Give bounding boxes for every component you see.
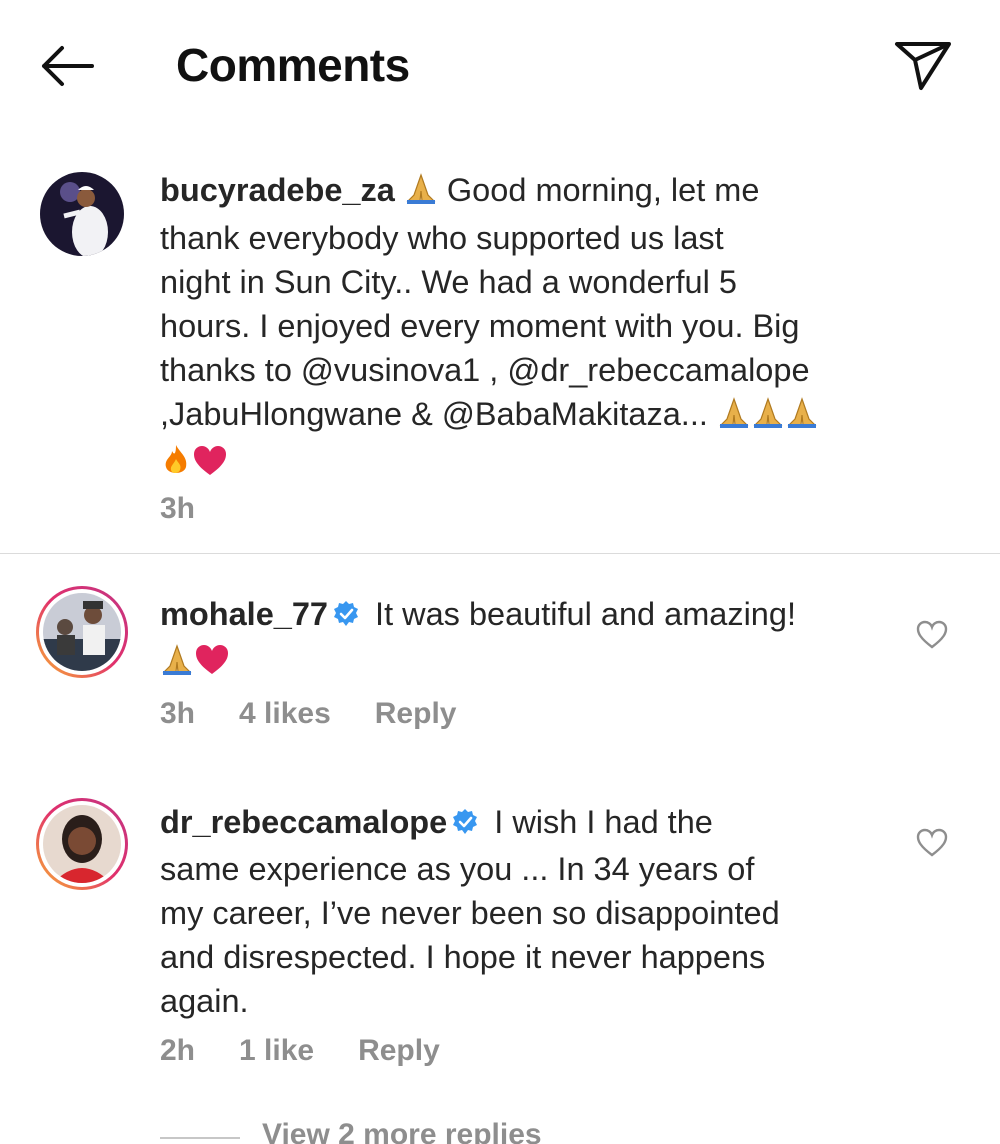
comment-meta: 3h 4 likes Reply bbox=[160, 697, 500, 731]
comment-text: mohale_77 It was beautiful and amazing! bbox=[160, 592, 796, 687]
comment-line-4: and disrespected. I hope it never happen… bbox=[160, 939, 766, 975]
caption-line-6: ,JabuHlongwane & @BabaMakitaza... bbox=[160, 392, 819, 440]
caption-line-6-text: ,JabuHlongwane & @BabaMakitaza... bbox=[160, 396, 708, 432]
timestamp: 2h bbox=[160, 1034, 196, 1067]
caption-line-5: thanks to @vusinova1 , @dr_rebeccamalope bbox=[160, 352, 810, 388]
caption-line-2: thank everybody who supported us last bbox=[160, 220, 724, 256]
verified-badge-icon bbox=[332, 595, 360, 639]
verified-badge-icon bbox=[451, 803, 479, 847]
caption-line-3: night in Sun City.. We had a wonderful 5 bbox=[160, 264, 737, 300]
avatar[interactable] bbox=[36, 798, 128, 890]
arrow-left-icon bbox=[42, 46, 94, 86]
reply-button[interactable]: Reply bbox=[358, 1034, 440, 1067]
comment-line-3: my career, I’ve never been so disappoint… bbox=[160, 895, 780, 931]
comment-line-2: same experience as you ... In 34 years o… bbox=[160, 851, 755, 887]
replies-divider bbox=[160, 1137, 240, 1139]
comment-line-2 bbox=[160, 639, 796, 687]
folded-hands-emoji bbox=[785, 396, 819, 440]
caption-line-1: bucyradebe_za Good morning, let me bbox=[160, 168, 819, 216]
back-button[interactable] bbox=[36, 42, 100, 90]
view-more-replies-button[interactable]: View 2 more replies bbox=[262, 1118, 542, 1144]
folded-hands-emoji bbox=[717, 396, 751, 440]
likes-count[interactable]: 4 likes bbox=[239, 697, 331, 730]
comment-line-1: dr_rebeccamalope I wish I had the bbox=[160, 800, 780, 847]
caption-line-7 bbox=[160, 440, 819, 488]
avatar[interactable] bbox=[40, 172, 124, 256]
avatar[interactable] bbox=[36, 586, 128, 678]
comment-body: I wish I had the bbox=[494, 804, 713, 840]
timestamp: 3h bbox=[160, 492, 196, 525]
fire-emoji bbox=[160, 443, 192, 488]
like-button[interactable] bbox=[916, 828, 948, 858]
divider bbox=[0, 553, 1000, 554]
caption-line-4: hours. I enjoyed every moment with you. … bbox=[160, 308, 800, 344]
comment-line-5: again. bbox=[160, 983, 249, 1019]
page-title: Comments bbox=[176, 39, 410, 91]
folded-hands-emoji bbox=[751, 396, 785, 440]
comment-text: dr_rebeccamalope I wish I had the same e… bbox=[160, 800, 780, 1023]
comment-body: It was beautiful and amazing! bbox=[375, 596, 796, 632]
timestamp: 3h bbox=[160, 697, 196, 730]
comment-line-1: mohale_77 It was beautiful and amazing! bbox=[160, 592, 796, 639]
caption-text-start: Good morning, let me bbox=[446, 172, 760, 208]
comment-meta: 2h 1 like Reply bbox=[160, 1034, 484, 1068]
username[interactable]: dr_rebeccamalope bbox=[160, 804, 447, 840]
caption-text: bucyradebe_za Good morning, let me thank… bbox=[160, 168, 819, 488]
likes-count[interactable]: 1 like bbox=[239, 1034, 314, 1067]
paper-plane-icon bbox=[895, 42, 951, 90]
username[interactable]: mohale_77 bbox=[160, 596, 328, 632]
heart-outline-icon bbox=[916, 620, 948, 649]
avatar-image bbox=[40, 172, 124, 256]
share-button[interactable] bbox=[893, 38, 953, 92]
folded-hands-emoji bbox=[160, 643, 194, 687]
folded-hands-emoji bbox=[404, 172, 438, 216]
comments-screen: Comments bucyradebe_za Good morning, let… bbox=[0, 0, 1000, 1144]
username[interactable]: bucyradebe_za bbox=[160, 172, 395, 208]
avatar-image bbox=[43, 593, 121, 671]
header: Comments bbox=[0, 0, 1000, 130]
like-button[interactable] bbox=[916, 620, 948, 650]
caption-meta: 3h bbox=[160, 492, 239, 526]
heart-emoji bbox=[194, 643, 230, 687]
heart-outline-icon bbox=[916, 828, 948, 857]
reply-button[interactable]: Reply bbox=[375, 697, 457, 730]
heart-emoji bbox=[192, 444, 228, 488]
avatar-image bbox=[43, 805, 121, 883]
